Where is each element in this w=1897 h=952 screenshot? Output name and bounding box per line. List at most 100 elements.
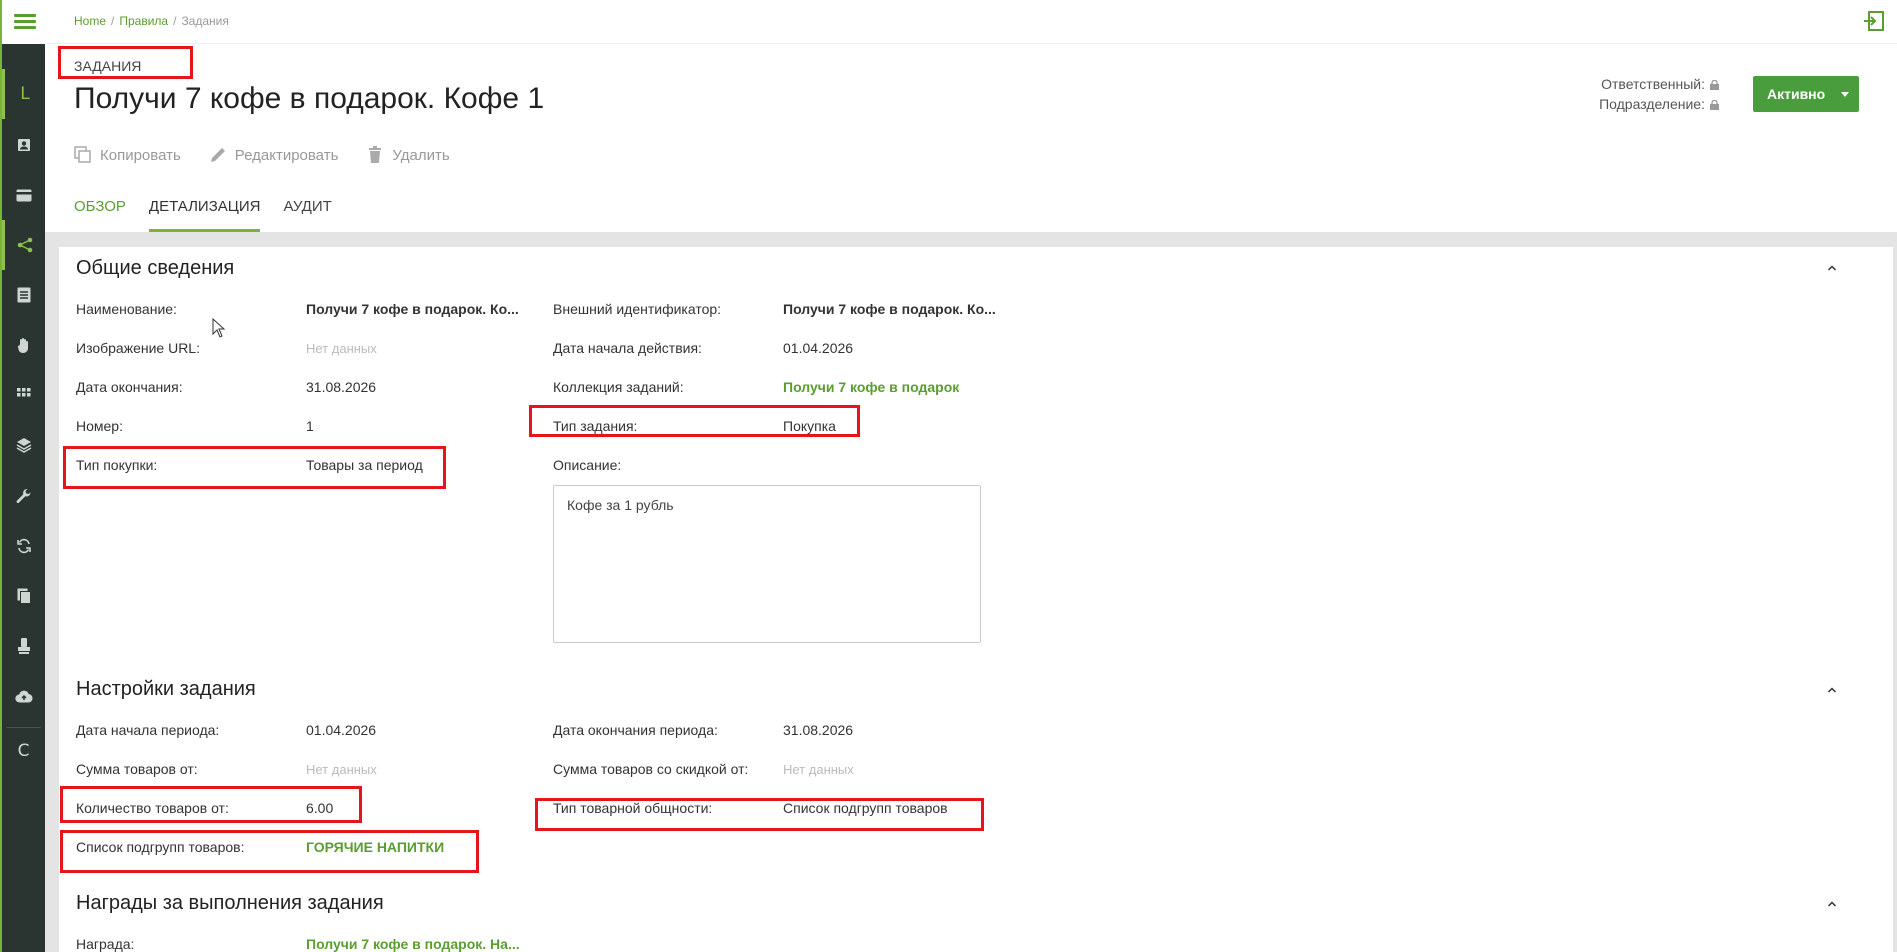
chevron-up-icon[interactable] [1827,899,1837,909]
number-label: Номер: [76,418,123,434]
sidebar-item-cards[interactable] [2,170,45,220]
sidebar-item-rules[interactable] [2,220,45,270]
ext-id-label: Внешний идентификатор: [553,301,722,317]
image-url-label: Изображение URL: [76,340,200,356]
top-bar: Home / Правила / Задания [45,0,1897,44]
description-textarea[interactable]: Кофе за 1 рубль [553,485,981,643]
delete-label: Удалить [392,146,450,164]
sidebar-item-upload[interactable] [2,671,45,721]
sidebar-item-documents[interactable] [2,270,45,320]
menu-toggle-button[interactable] [2,0,47,44]
chevron-up-icon[interactable] [1827,263,1837,273]
number-value: 1 [306,418,314,434]
sidebar-item-files[interactable] [2,571,45,621]
name-label: Наименование: [76,301,177,317]
card-icon [16,189,31,201]
sync-icon [16,538,31,554]
sum-from-value: Нет данных [306,762,377,777]
action-bar: Копировать Редактировать Удалить [74,146,450,164]
period-start-value: 01.04.2026 [306,722,377,738]
breadcrumb-rules[interactable]: Правила [119,14,168,28]
highlight-box [529,405,860,437]
cloud-upload-icon [14,690,33,703]
sidebar-item-c[interactable]: C [2,726,45,776]
sidebar-item-tools[interactable] [2,471,45,521]
chevron-up-icon[interactable] [1827,685,1837,695]
tab-bar: ОБЗОР ДЕТАЛИЗАЦИЯ АУДИТ [74,198,332,232]
status-dropdown-button[interactable]: Активно [1753,76,1859,112]
end-date-value: 31.08.2026 [306,379,377,395]
highlight-box [58,46,193,79]
start-date-label: Дата начала действия: [553,340,702,356]
period-start-label: Дата начала периода: [76,722,220,738]
image-url-value: Нет данных [306,341,377,356]
trash-icon [369,146,382,163]
hand-icon [17,338,28,353]
status-label: Активно [1767,86,1826,102]
copy-button[interactable]: Копировать [74,146,181,164]
sidebar-letter-c: C [17,741,30,761]
mouse-cursor-icon [212,318,226,338]
delete-button[interactable]: Удалить [366,146,450,164]
reward-link[interactable]: Получи 7 кофе в подарок. На... [306,936,522,952]
layers-icon [16,438,31,453]
edit-label: Редактировать [234,146,339,164]
highlight-box [535,798,984,831]
stamp-icon [17,638,30,654]
lock-icon [1710,100,1719,110]
sum-from-label: Сумма товаров от: [76,761,198,777]
sidebar-item-hand[interactable] [2,320,45,370]
edit-button[interactable]: Редактировать [209,146,339,164]
highlight-box [60,786,362,823]
sidebar-letter-l: L [20,84,30,104]
end-date-label: Дата окончания: [76,379,183,395]
sidebar-item-sync[interactable] [2,521,45,571]
grid-icon [16,388,30,397]
ext-id-value: Получи 7 кофе в подарок. Ко... [783,301,996,317]
reward-label: Награда: [76,936,135,952]
wrench-icon [16,488,30,504]
files-icon [17,588,31,604]
sum-discount-value: Нет данных [783,762,854,777]
period-end-label: Дата окончания периода: [553,722,718,738]
highlight-box [60,830,479,873]
sidebar: L C [0,0,47,952]
name-value: Получи 7 кофе в подарок. Ко... [306,301,519,317]
collection-label: Коллекция заданий: [553,379,684,395]
page-title: Получи 7 кофе в подарок. Кофе 1 [74,82,545,115]
meta-info: Ответственный: Подразделение: [1599,74,1719,114]
user-icon [17,139,30,151]
tab-details[interactable]: ДЕТАЛИЗАЦИЯ [148,198,261,232]
hamburger-icon [13,14,36,30]
copy-icon [74,146,91,163]
tab-audit[interactable]: АУДИТ [283,198,331,232]
highlight-box [63,446,446,489]
breadcrumb: Home / Правила / Задания [74,14,229,28]
department-row: Подразделение: [1599,94,1719,114]
breadcrumb-home[interactable]: Home [74,14,106,28]
settings-section-title: Настройки задания [76,678,256,700]
responsible-label: Ответственный: [1601,76,1705,92]
sidebar-item-loyalty[interactable]: L [2,69,45,119]
period-end-value: 31.08.2026 [783,722,854,738]
responsible-row: Ответственный: [1599,74,1719,94]
caret-down-icon [1841,92,1849,97]
sidebar-item-clients[interactable] [2,120,45,170]
share-icon [17,237,33,253]
start-date-value: 01.04.2026 [783,340,854,356]
list-icon [17,287,30,303]
collection-link[interactable]: Получи 7 кофе в подарок [783,379,959,395]
general-section-title: Общие сведения [76,257,235,279]
pencil-icon [210,148,225,162]
rewards-section-title: Награды за выполнения задания [76,892,384,914]
breadcrumb-current: Задания [181,14,229,28]
description-label: Описание: [553,457,622,473]
department-label: Подразделение: [1599,96,1705,112]
sum-discount-label: Сумма товаров со скидкой от: [553,761,749,777]
sidebar-item-layers[interactable] [2,420,45,470]
tab-overview[interactable]: ОБЗОР [74,198,126,232]
sidebar-item-apps[interactable] [2,370,45,420]
logout-icon[interactable] [1863,10,1885,32]
lock-icon [1710,80,1719,90]
sidebar-item-stamp[interactable] [2,621,45,671]
